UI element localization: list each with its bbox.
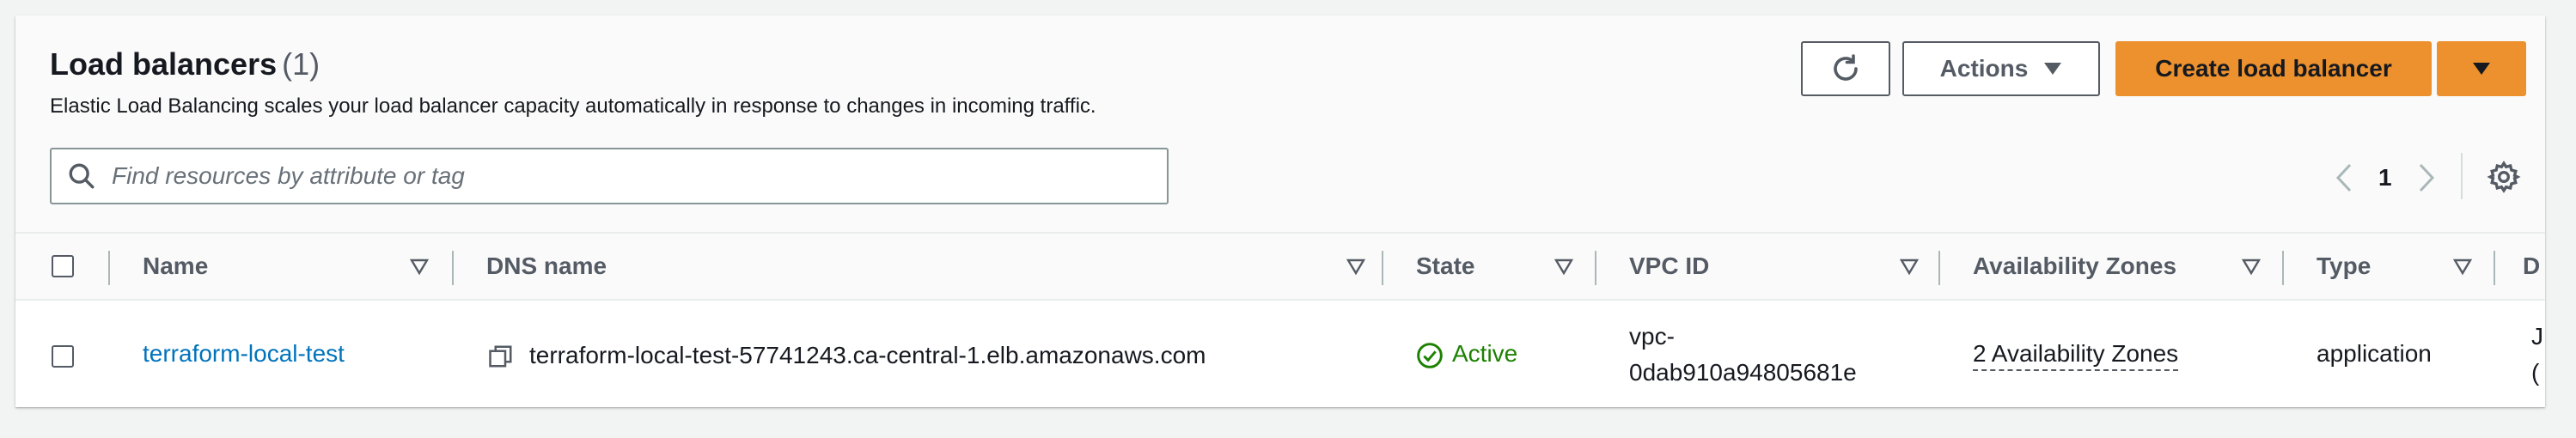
copy-icon[interactable] (488, 344, 514, 369)
panel-header: Load balancers (1) Elastic Load Balancing… (15, 15, 2545, 234)
sort-caret-icon[interactable] (2241, 256, 2262, 277)
column-header-availability-zones[interactable]: Availability Zones (1973, 234, 2176, 299)
column-header-name[interactable]: Name (143, 234, 208, 299)
create-options-dropdown-button[interactable] (2437, 41, 2526, 96)
caret-down-icon (2044, 63, 2062, 75)
title-count: (1) (282, 46, 320, 82)
column-header-state[interactable]: State (1416, 234, 1474, 299)
sort-caret-icon[interactable] (1899, 256, 1920, 277)
column-header-type[interactable]: Type (2317, 234, 2371, 299)
vpc-id-line-1: vpc- (1629, 323, 1675, 350)
chevron-left-icon[interactable] (2335, 163, 2353, 192)
search-icon (69, 163, 95, 189)
column-header-vpc-id[interactable]: VPC ID (1629, 234, 1709, 299)
status-check-icon (1417, 343, 1443, 368)
load-balancer-name-link[interactable]: terraform-local-test (143, 340, 345, 368)
row-select-checkbox[interactable] (52, 345, 74, 368)
state-active-text: Active (1452, 340, 1518, 367)
page-title: Load balancers (1) (50, 46, 320, 82)
column-divider[interactable] (1938, 251, 1940, 285)
column-divider[interactable] (2494, 251, 2495, 285)
title-text: Load balancers (50, 46, 278, 82)
refresh-button[interactable] (1801, 41, 1890, 96)
page-description: Elastic Load Balancing scales your load … (50, 94, 1096, 118)
vpc-id-line-2: 0dab910a94805681e (1629, 359, 1857, 386)
date-created-partial-line-2: ( (2531, 359, 2540, 386)
column-divider (108, 251, 110, 285)
sort-caret-icon[interactable] (1346, 256, 1366, 277)
column-divider[interactable] (2282, 251, 2284, 285)
refresh-icon (1834, 54, 1858, 81)
chevron-right-icon[interactable] (2418, 163, 2435, 192)
sort-caret-icon[interactable] (2452, 256, 2473, 277)
pagination: 1 (2335, 156, 2435, 199)
availability-zones-popover-link[interactable]: 2 Availability Zones (1973, 340, 2179, 371)
table-row[interactable]: terraform-local-test terraform-local-tes… (15, 301, 2545, 407)
column-divider[interactable] (1595, 251, 1596, 285)
column-header-date-created[interactable]: D (2523, 234, 2540, 299)
actions-label: Actions (1939, 55, 2029, 82)
dns-name-value: terraform-local-test-57741243.ca-central… (529, 342, 1206, 368)
settings-gear-icon[interactable] (2487, 160, 2521, 194)
column-divider[interactable] (1382, 251, 1383, 285)
actions-button[interactable]: Actions (1902, 41, 2100, 96)
current-page-number[interactable]: 1 (2378, 164, 2392, 192)
column-header-dns-name[interactable]: DNS name (486, 234, 607, 299)
sort-caret-icon[interactable] (409, 256, 430, 277)
search-input[interactable] (110, 161, 1145, 191)
pagination-divider (2461, 153, 2463, 199)
load-balancers-panel: Load balancers (1) Elastic Load Balancing… (15, 15, 2545, 407)
caret-down-icon (2473, 63, 2490, 75)
search-field[interactable] (50, 148, 1169, 204)
table-header: Name DNS name State VPC ID Availability … (15, 234, 2545, 301)
create-load-balancer-button[interactable]: Create load balancer (2115, 41, 2432, 96)
column-divider[interactable] (452, 251, 454, 285)
type-value: application (2317, 340, 2432, 367)
sort-caret-icon[interactable] (1554, 256, 1574, 277)
date-created-partial-line-1: J (2531, 323, 2543, 350)
select-all-checkbox[interactable] (52, 255, 74, 277)
